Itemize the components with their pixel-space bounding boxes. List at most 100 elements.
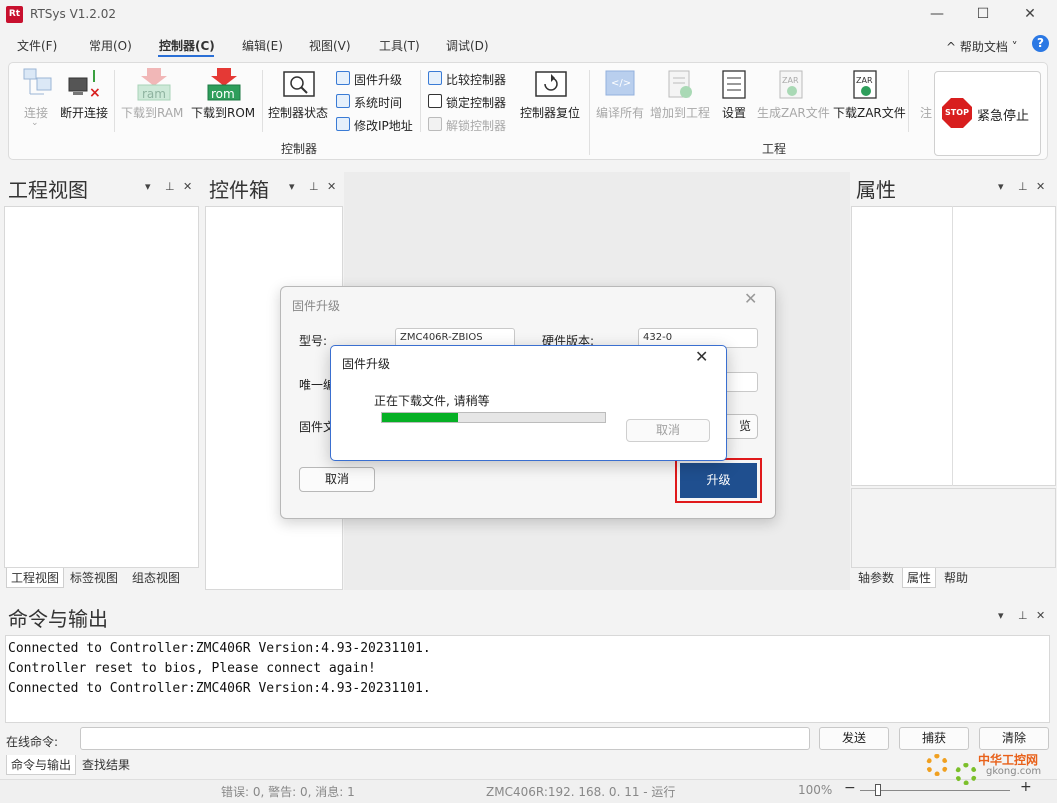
svg-text:ram: ram — [142, 87, 166, 101]
progress-message: 正在下载文件, 请稍等 — [374, 394, 490, 408]
close-icon[interactable]: ✕ — [695, 347, 708, 366]
status-connection: ZMC406R:192. 168. 0. 11 - 运行 — [486, 785, 676, 799]
tab-find-results[interactable]: 查找结果 — [78, 755, 134, 775]
zoom-out-button[interactable]: − — [844, 780, 856, 796]
panel-dropdown-icon[interactable]: ▾ — [998, 180, 1004, 193]
compare-controller-button[interactable]: 比较控制器 — [428, 70, 512, 88]
tab-properties[interactable]: 属性 — [902, 568, 937, 588]
minimize-button[interactable]: — — [922, 4, 952, 24]
emergency-stop-button[interactable]: STOP 紧急停止 — [934, 71, 1041, 156]
modify-ip-button[interactable]: 修改IP地址 — [336, 116, 416, 134]
tab-axis-params[interactable]: 轴参数 — [854, 568, 898, 588]
system-time-button[interactable]: 系统时间 — [336, 93, 416, 111]
panel-dropdown-icon[interactable]: ▾ — [998, 609, 1004, 622]
tab-help[interactable]: 帮助 — [940, 568, 972, 588]
svg-text:×: × — [89, 85, 101, 100]
progress-cancel-button[interactable]: 取消 — [626, 419, 710, 442]
properties-column-divider — [952, 206, 953, 486]
help-icon[interactable]: ? — [1032, 35, 1049, 52]
settings-label: 设置 — [722, 106, 747, 120]
controller-reset-button[interactable]: 控制器复位 — [518, 68, 584, 123]
chevron-down-icon: ⌄ — [31, 118, 39, 128]
lock-controller-label: 锁定控制器 — [446, 96, 507, 110]
toolbox-title: 控件箱 — [209, 178, 269, 202]
disconnect-label: 断开连接 — [60, 106, 109, 120]
menu-file[interactable]: 文件(F) — [17, 37, 57, 54]
online-command-input[interactable] — [80, 727, 810, 750]
menu-debug[interactable]: 调试(D) — [446, 37, 489, 54]
settings-icon — [722, 70, 746, 99]
compile-icon: </> — [605, 70, 635, 96]
controller-status-button[interactable]: 控制器状态 — [268, 68, 330, 123]
app-title: RTSys V1.2.02 — [30, 7, 116, 21]
panel-close-icon[interactable]: ✕ — [1036, 180, 1045, 193]
svg-text:</>: </> — [611, 78, 631, 89]
menu-view[interactable]: 视图(V) — [309, 37, 351, 54]
zoom-in-button[interactable]: + — [1020, 779, 1032, 795]
ribbon-separator — [262, 70, 263, 132]
menu-controller[interactable]: 控制器(C) — [159, 37, 215, 54]
project-view-panel[interactable] — [4, 206, 199, 568]
send-button[interactable]: 发送 — [819, 727, 889, 750]
help-docs-menu[interactable]: ^ 帮助文档 ˅ — [946, 38, 1018, 55]
panel-close-icon[interactable]: ✕ — [1036, 609, 1045, 622]
gear-icon — [926, 754, 948, 776]
output-console[interactable]: Connected to Controller:ZMC406R Version:… — [5, 635, 1050, 723]
ribbon-separator — [114, 70, 115, 132]
properties-grid[interactable] — [851, 206, 1056, 486]
zoom-slider[interactable] — [860, 790, 1010, 791]
lock-controller-button[interactable]: 锁定控制器 — [428, 93, 512, 111]
connect-button[interactable]: 连接 ⌄ — [16, 68, 60, 128]
compile-all-button[interactable]: </> 编译所有 — [596, 68, 646, 123]
generate-zar-button[interactable]: ZAR 生成ZAR文件 — [756, 68, 830, 123]
tab-command-output[interactable]: 命令与输出 — [6, 755, 77, 775]
disconnect-button[interactable]: × 断开连接 — [60, 68, 110, 123]
download-ram-label: 下载到RAM — [121, 106, 184, 120]
compile-all-label: 编译所有 — [596, 106, 645, 120]
clear-button[interactable]: 清除 — [979, 727, 1049, 750]
settings-button[interactable]: 设置 — [718, 68, 752, 123]
close-window-button[interactable]: ✕ — [1015, 4, 1045, 24]
download-zar-button[interactable]: ZAR 下载ZAR文件 — [832, 68, 906, 123]
output-line: Connected to Controller:ZMC406R Version:… — [8, 681, 431, 696]
controller-status-icon — [283, 71, 315, 97]
maximize-button[interactable]: ☐ — [968, 4, 998, 24]
upgrade-button[interactable]: 升级 — [680, 463, 757, 498]
panel-pin-icon[interactable]: ⊥ — [165, 180, 175, 193]
download-ram-button[interactable]: ram 下载到RAM — [120, 68, 186, 123]
tab-project-view[interactable]: 工程视图 — [6, 568, 65, 588]
close-icon[interactable]: ✕ — [744, 289, 757, 308]
properties-title: 属性 — [856, 178, 896, 202]
unlock-controller-button[interactable]: 解锁控制器 — [428, 116, 512, 134]
zoom-slider-thumb[interactable] — [875, 784, 881, 796]
gear-icon — [955, 763, 977, 785]
clock-icon — [336, 94, 350, 108]
system-time-label: 系统时间 — [354, 96, 403, 110]
firmware-upgrade-button[interactable]: 固件升级 — [336, 70, 416, 88]
cancel-button[interactable]: 取消 — [299, 467, 375, 492]
network-icon — [336, 117, 350, 131]
group-controller-label: 控制器 — [281, 142, 318, 156]
download-rom-button[interactable]: rom 下载到ROM — [190, 68, 258, 123]
output-title: 命令与输出 — [8, 607, 108, 631]
panel-pin-icon[interactable]: ⊥ — [309, 180, 319, 193]
ribbon-separator — [908, 70, 909, 132]
panel-close-icon[interactable]: ✕ — [327, 180, 336, 193]
svg-text:ZAR: ZAR — [856, 76, 873, 85]
progress-dialog-title: 固件升级 — [342, 357, 391, 371]
modify-ip-label: 修改IP地址 — [354, 119, 413, 133]
notes-button[interactable]: 注 — [914, 68, 934, 123]
panel-pin-icon[interactable]: ⊥ — [1018, 180, 1028, 193]
add-to-project-button[interactable]: 增加到工程 — [650, 68, 712, 123]
capture-button[interactable]: 捕获 — [899, 727, 969, 750]
menu-edit[interactable]: 编辑(E) — [242, 37, 283, 54]
panel-dropdown-icon[interactable]: ▾ — [145, 180, 151, 193]
menu-common[interactable]: 常用(O) — [89, 37, 132, 54]
panel-close-icon[interactable]: ✕ — [183, 180, 192, 193]
tab-tag-view[interactable]: 标签视图 — [66, 568, 122, 588]
tab-config-view[interactable]: 组态视图 — [128, 568, 184, 588]
panel-pin-icon[interactable]: ⊥ — [1018, 609, 1028, 622]
menu-tools[interactable]: 工具(T) — [379, 37, 420, 54]
project-view-title: 工程视图 — [8, 178, 88, 202]
panel-dropdown-icon[interactable]: ▾ — [289, 180, 295, 193]
